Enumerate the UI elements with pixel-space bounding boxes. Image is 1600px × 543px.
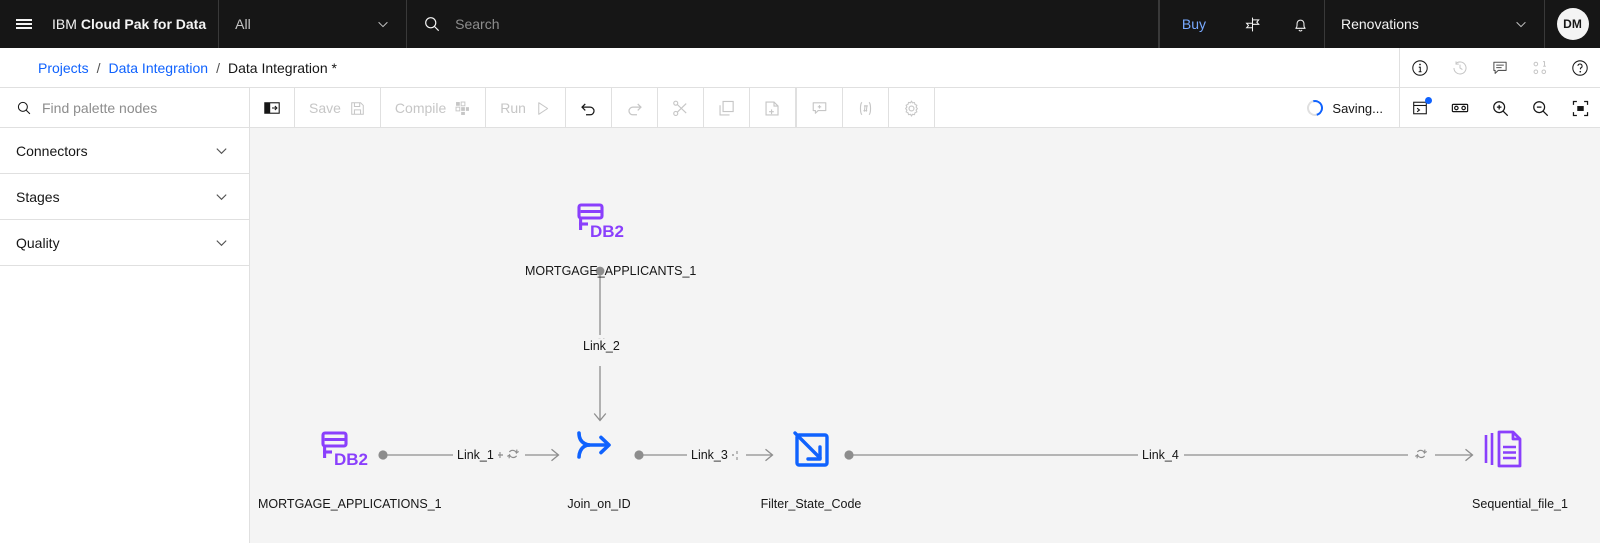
info-icon[interactable] — [1400, 48, 1440, 88]
paste-icon[interactable] — [750, 88, 796, 128]
lineage-icon[interactable] — [1520, 48, 1560, 88]
toolbar-left-group: Save Compile Run — [250, 88, 935, 128]
link-label-link_3[interactable]: Link_3 — [687, 448, 732, 462]
link-label-link_4[interactable]: Link_4 — [1138, 448, 1183, 462]
global-search[interactable]: Search — [407, 0, 1159, 48]
search-icon — [425, 17, 440, 32]
breadcrumb-separator: / — [216, 59, 220, 76]
chevron-down-icon — [216, 240, 227, 247]
flow-links-layer: DB2 DB2 — [321, 203, 1522, 469]
sequential-file-icon[interactable] — [1484, 430, 1522, 468]
compile-button[interactable]: Compile — [381, 88, 487, 128]
node-label-mortgage-applicants: MORTGAGE_APPLICANTS_1 — [525, 264, 697, 278]
user-profile-button[interactable]: DM — [1544, 0, 1600, 48]
palette-category-quality[interactable]: Quality — [0, 220, 249, 266]
avatar: DM — [1556, 8, 1589, 40]
save-disk-icon — [351, 101, 364, 115]
zoom-in-icon[interactable] — [1480, 88, 1520, 128]
product-brand[interactable]: IBM Cloud Pak for Data — [48, 0, 218, 48]
chevron-down-icon — [216, 194, 227, 201]
redo-icon[interactable] — [612, 88, 658, 128]
save-status-text: Saving... — [1332, 100, 1383, 116]
palette-search-input[interactable]: Find palette nodes — [42, 100, 157, 116]
node-label-sequential-file: Sequential_file_1 — [1472, 497, 1568, 511]
gear-settings-icon[interactable] — [889, 88, 935, 128]
transform-arrow-icon[interactable] — [793, 431, 829, 467]
open-side-panel-icon[interactable] — [1400, 88, 1440, 128]
signpost-icon[interactable] — [1228, 0, 1276, 48]
palette-category-stages[interactable]: Stages — [0, 174, 249, 220]
run-button-label: Run — [500, 100, 526, 116]
brand-prefix: IBM — [52, 16, 77, 32]
breadcrumb-actions — [1399, 47, 1600, 88]
buy-link[interactable]: Buy — [1158, 0, 1228, 48]
data-integration-flow-editor: IBM Cloud Pak for Data All Search Buy Re… — [0, 0, 1600, 543]
chevron-down-icon — [1516, 21, 1526, 28]
tenant-selector[interactable]: Renovations — [1324, 0, 1544, 48]
palette-category-label: Quality — [16, 234, 60, 251]
node-label-mortgage-applications: MORTGAGE_APPLICATIONS_1 — [258, 497, 442, 511]
save-button[interactable]: Save — [295, 88, 381, 128]
run-button[interactable]: Run — [486, 88, 566, 128]
toolbar-right-group: Saving... — [1291, 88, 1600, 128]
compile-button-label: Compile — [394, 100, 447, 116]
node-label-filter-state-code: Filter_State_Code — [760, 497, 862, 511]
add-comment-icon[interactable] — [797, 88, 843, 128]
node-label-join-on-id: Join_on_ID — [567, 497, 631, 511]
scope-selector-value: All — [235, 16, 251, 32]
palette-search-container[interactable]: Find palette nodes — [0, 88, 250, 128]
save-button-label: Save — [309, 100, 341, 116]
scope-selector[interactable]: All — [218, 0, 408, 48]
zoom-to-fit-icon[interactable] — [1560, 88, 1600, 128]
parameters-hash-icon[interactable] — [843, 88, 889, 128]
scissors-cut-icon[interactable] — [658, 88, 704, 128]
global-header: IBM Cloud Pak for Data All Search Buy Re… — [0, 0, 1600, 48]
undo-icon[interactable] — [566, 88, 612, 128]
svg-text:DB2: DB2 — [334, 450, 368, 469]
breadcrumb-bar: Projects / Data Integration / Data Integ… — [0, 47, 1600, 88]
palette-category-connectors[interactable]: Connectors — [0, 128, 249, 174]
show-palette-icon[interactable] — [250, 88, 295, 128]
brand-name: Cloud Pak for Data — [80, 16, 207, 32]
db2-database-icon[interactable]: DB2 — [321, 431, 368, 469]
notification-dot — [1425, 97, 1432, 104]
flow-canvas[interactable]: DB2 DB2 MORTGAGE_APPLICANTS_1 MORTGAGE_A… — [250, 128, 1600, 543]
save-status: Saving... — [1291, 88, 1400, 128]
palette-category-label: Stages — [16, 188, 60, 205]
chevron-down-icon — [216, 148, 227, 155]
palette-sidebar: Connectors Stages Quality — [0, 128, 250, 543]
link-label-link_2[interactable]: Link_2 — [579, 339, 624, 353]
editor-toolbar: Find palette nodes Save Compile Run Savi… — [0, 88, 1600, 128]
history-icon[interactable] — [1440, 48, 1480, 88]
tenant-name: Renovations — [1341, 16, 1419, 32]
search-input[interactable]: Search — [455, 16, 499, 32]
breadcrumb-item-data-integration[interactable]: Data Integration — [108, 60, 208, 76]
notification-bell-icon[interactable] — [1276, 0, 1324, 48]
sync-refresh-icon[interactable] — [507, 449, 519, 459]
compile-icon — [455, 101, 470, 115]
zoom-out-icon[interactable] — [1520, 88, 1560, 128]
breadcrumb-item-current: Data Integration * — [227, 59, 337, 76]
loading-spinner-icon — [1304, 97, 1327, 119]
breadcrumb-item-projects[interactable]: Projects — [38, 60, 89, 76]
svg-text:DB2: DB2 — [590, 222, 624, 241]
play-triangle-icon — [538, 101, 549, 115]
palette-category-label: Connectors — [16, 142, 88, 159]
sync-refresh-icon[interactable] — [1415, 449, 1427, 459]
join-merge-icon[interactable] — [577, 431, 611, 459]
hamburger-menu-icon[interactable] — [0, 0, 48, 48]
overview-pan-icon[interactable] — [1440, 88, 1480, 128]
db2-database-icon[interactable]: DB2 — [577, 203, 624, 241]
help-icon[interactable] — [1560, 48, 1600, 88]
breadcrumb: Projects / Data Integration / Data Integ… — [0, 60, 337, 76]
comment-icon[interactable] — [1480, 48, 1520, 88]
copy-icon[interactable] — [704, 88, 750, 128]
chevron-down-icon — [378, 21, 388, 28]
link-label-link_1[interactable]: Link_1 — [453, 448, 498, 462]
search-icon — [17, 101, 31, 115]
breadcrumb-separator: / — [96, 59, 101, 76]
